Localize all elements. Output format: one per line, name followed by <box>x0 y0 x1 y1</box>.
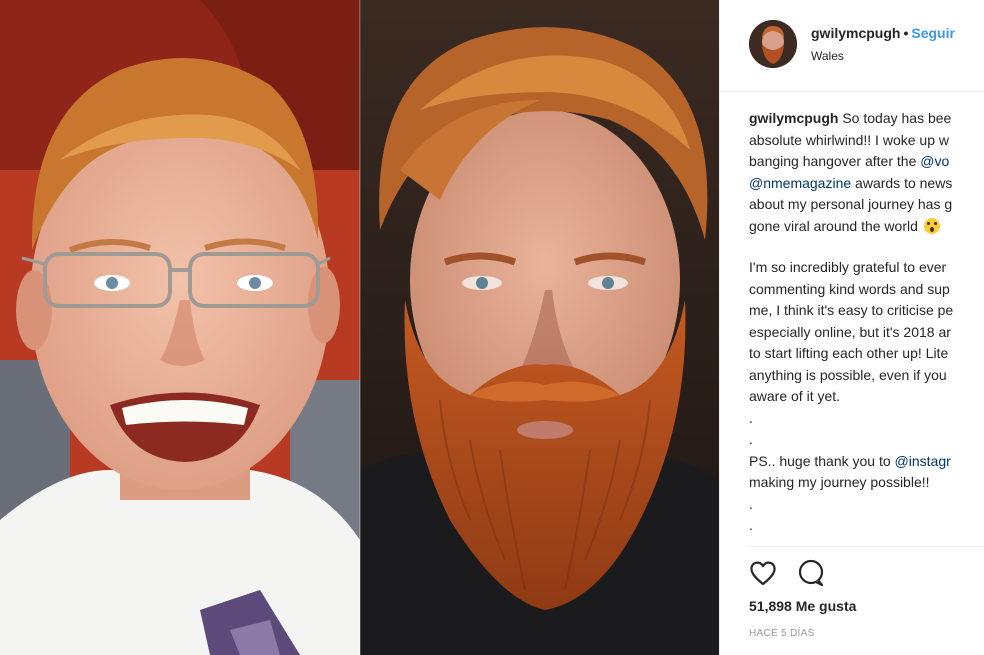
comment-bubble-icon[interactable] <box>795 557 827 589</box>
caption-line: banging hangover after the @vo <box>749 151 984 173</box>
caption-line: anything is possible, even if you <box>749 366 947 383</box>
scream-emoji-icon <box>923 217 940 234</box>
caption-line: @nmemagazine awards to news <box>749 173 984 195</box>
caption-line: . <box>749 431 753 447</box>
post-timestamp[interactable]: HACE 5 DÍAS <box>749 628 815 639</box>
caption-line: especially online, but it's 2018 ar <box>749 323 951 340</box>
post-caption: gwilymcpugh So today has bee absolute wh… <box>749 108 984 537</box>
after-photo <box>361 0 719 655</box>
post-side-panel: gwilymcpugh • Seguir Wales gwilymcpugh So … <box>719 0 984 655</box>
post-photo[interactable] <box>0 0 719 655</box>
mention-link[interactable]: @vo <box>920 153 949 169</box>
caption-line: absolute whirlwind!! I woke up w <box>749 131 949 148</box>
caption-line: aware of it yet. <box>749 388 841 404</box>
caption-line: me, I think it's easy to criticise pe <box>749 302 954 318</box>
separator-dot: • <box>903 25 909 41</box>
caption-line: to start lifting each other up! Lite <box>749 345 949 361</box>
caption-text: gone viral around the world <box>749 217 918 234</box>
caption-line: about my personal journey has g <box>749 196 953 212</box>
before-photo <box>0 0 360 655</box>
location-link[interactable]: Wales <box>811 49 844 63</box>
follow-button[interactable]: Seguir <box>911 25 955 41</box>
heart-icon[interactable] <box>747 557 779 589</box>
caption-line: . <box>749 517 753 533</box>
caption-line: gwilymcpugh So today has bee <box>749 108 984 130</box>
caption-line: gone viral around the world <box>749 216 984 238</box>
mention-link[interactable]: @instagr <box>895 453 951 469</box>
caption-line: . <box>749 409 753 426</box>
actions-divider <box>749 546 984 547</box>
caption-text: banging hangover after the <box>749 153 921 169</box>
caption-text: PS.. huge thank you to <box>749 452 895 469</box>
caption-line: commenting kind words and sup <box>749 280 950 297</box>
caption-text: So today has bee <box>838 110 952 126</box>
username-link[interactable]: gwilymcpugh <box>811 25 900 41</box>
caption-line: PS.. huge thank you to @instagr <box>749 451 984 473</box>
avatar[interactable] <box>749 20 797 68</box>
caption-line: I'm so incredibly grateful to ever <box>749 259 947 275</box>
caption-text: awards to news <box>851 174 953 191</box>
caption-line: . <box>749 495 753 512</box>
caption-line: making my journey possible!! <box>749 474 930 490</box>
likes-count[interactable]: 51,898 Me gusta <box>749 598 856 614</box>
post-header: gwilymcpugh • Seguir Wales <box>720 0 984 92</box>
header-user-line: gwilymcpugh • Seguir <box>811 25 955 41</box>
mention-link[interactable]: @nmemagazine <box>749 175 851 191</box>
caption-username[interactable]: gwilymcpugh <box>749 110 838 126</box>
